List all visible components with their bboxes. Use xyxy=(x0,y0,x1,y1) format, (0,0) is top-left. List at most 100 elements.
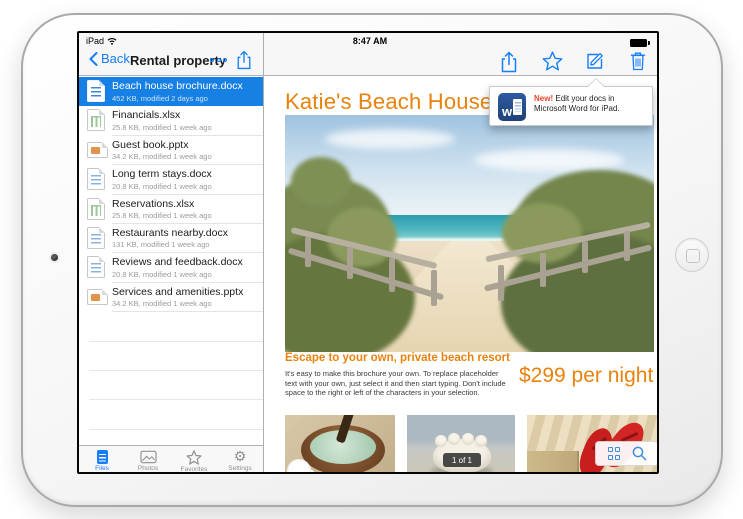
file-type-icon xyxy=(87,288,108,305)
share-icon xyxy=(501,51,517,73)
empty-list-row xyxy=(79,312,263,342)
file-meta: 25.8 KB, modified 1 week ago xyxy=(112,211,212,221)
front-camera xyxy=(51,254,58,261)
file-row[interactable]: Restaurants nearby.docx 131 KB, modified… xyxy=(79,223,263,254)
word-icon: w xyxy=(498,93,526,121)
tooltip-text: New! Edit your docs in Microsoft Word fo… xyxy=(534,94,647,114)
status-time: 8:47 AM xyxy=(352,36,388,46)
file-meta: 20.8 KB, modified 1 week ago xyxy=(112,181,212,191)
beach-photo xyxy=(285,115,654,352)
photo-fence-post xyxy=(582,241,588,273)
file-row[interactable]: Services and amenities.pptx 34.2 KB, mod… xyxy=(79,282,263,313)
view-tools xyxy=(595,441,657,466)
file-meta: 34.2 KB, modified 1 week ago xyxy=(112,152,212,162)
file-type-icon xyxy=(87,256,105,279)
tab-bar: Files Photos Favorites ⚙ Settings xyxy=(79,445,263,473)
more-button[interactable] xyxy=(210,58,227,62)
photo-fence-post xyxy=(540,253,546,287)
photo-fence-post xyxy=(305,237,311,267)
trash-icon xyxy=(630,52,646,71)
ipad-home-button[interactable] xyxy=(675,238,709,272)
file-meta: 25.8 KB, modified 1 week ago xyxy=(112,122,212,132)
doc-body-text: It's easy to make this brochure your own… xyxy=(285,369,506,398)
doc-price: $299 per night xyxy=(519,364,654,387)
share-icon xyxy=(237,50,251,70)
file-name: Reviews and feedback.docx xyxy=(112,256,243,269)
file-row[interactable]: Long term stays.docx 20.8 KB, modified 1… xyxy=(79,165,263,195)
photo-fence-post xyxy=(624,231,630,261)
favorite-button[interactable] xyxy=(542,51,563,71)
photo-fence-post xyxy=(498,265,504,301)
file-row[interactable]: Guest book.pptx 34.2 KB, modified 1 week… xyxy=(79,135,263,166)
search-button[interactable] xyxy=(632,446,647,461)
back-button[interactable]: Back xyxy=(89,51,130,66)
file-row[interactable]: Beach house brochure.docx 452 KB, modifi… xyxy=(79,77,263,107)
file-name: Guest book.pptx xyxy=(112,138,189,151)
thumbnail-sea-salt xyxy=(285,415,395,472)
photos-icon xyxy=(139,450,157,464)
file-meta: 131 KB, modified 1 week ago xyxy=(112,240,210,250)
word-tooltip[interactable]: w New! Edit your docs in Microsoft Word … xyxy=(489,78,653,126)
photo-fence-post xyxy=(347,247,353,279)
star-icon xyxy=(542,51,563,71)
file-name: Services and amenities.pptx xyxy=(112,285,244,298)
photo-cloud xyxy=(325,129,455,149)
file-type-icon xyxy=(87,168,105,191)
tab-settings[interactable]: ⚙ Settings xyxy=(217,446,263,472)
empty-list-row xyxy=(79,400,263,431)
tab-label: Settings xyxy=(228,465,252,472)
tab-label: Photos xyxy=(137,465,159,472)
word-logo-letter: w xyxy=(502,104,513,119)
share-button[interactable] xyxy=(500,51,518,73)
thumb-plank xyxy=(527,451,579,472)
file-row[interactable]: Reviews and feedback.docx 20.8 KB, modif… xyxy=(79,253,263,284)
file-name: Financials.xlsx xyxy=(112,109,181,122)
photo-fence-post xyxy=(431,270,437,306)
doc-heading: Escape to your own, private beach resort xyxy=(285,352,510,364)
sidebar-share-button[interactable] xyxy=(236,50,252,70)
doc-title: Katie's Beach House xyxy=(285,89,493,114)
file-name: Reservations.xlsx xyxy=(112,197,195,210)
file-row[interactable]: Financials.xlsx 25.8 KB, modified 1 week… xyxy=(79,106,263,137)
edit-icon xyxy=(587,52,603,69)
document-preview[interactable]: Katie's Beach House Escape to your own, … xyxy=(264,77,657,472)
screen: iPad 8:47 AM Back Rental property Beach … xyxy=(77,31,659,474)
file-row[interactable]: Reservations.xlsx 25.8 KB, modified 1 we… xyxy=(79,194,263,225)
tab-files[interactable]: Files xyxy=(79,446,125,472)
battery-icon xyxy=(630,39,650,47)
tab-favorites[interactable]: Favorites xyxy=(171,446,217,473)
grid-view-button[interactable] xyxy=(607,447,621,460)
delete-button[interactable] xyxy=(630,51,646,71)
file-meta: 34.2 KB, modified 1 week ago xyxy=(112,299,212,309)
file-type-icon xyxy=(87,80,105,102)
empty-list-row xyxy=(79,371,263,401)
photo-dune-grass xyxy=(327,207,397,267)
file-name: Long term stays.docx xyxy=(112,168,212,181)
file-name: Beach house brochure.docx xyxy=(112,80,243,92)
tab-label: Favorites xyxy=(180,465,208,473)
empty-list-row xyxy=(79,342,263,372)
star-icon xyxy=(186,449,202,465)
file-type-icon xyxy=(87,197,105,220)
file-type-icon xyxy=(87,141,108,158)
sidebar-divider xyxy=(263,33,264,472)
gear-icon: ⚙ xyxy=(233,449,247,465)
file-type-icon xyxy=(87,226,105,249)
edit-button[interactable] xyxy=(586,51,605,70)
photo-cloud xyxy=(474,149,624,171)
stage: iPad 8:47 AM Back Rental property Beach … xyxy=(0,0,743,519)
file-type-icon xyxy=(87,109,105,132)
word-page-glyph xyxy=(513,99,522,115)
photo-fence-post xyxy=(389,258,395,292)
files-icon xyxy=(96,450,108,464)
file-meta: 452 KB, modified 2 days ago xyxy=(112,93,208,103)
file-list: Beach house brochure.docx 452 KB, modifi… xyxy=(79,77,263,431)
file-name: Restaurants nearby.docx xyxy=(112,226,228,239)
photo-dune-grass xyxy=(291,157,351,207)
more-icon xyxy=(210,58,214,62)
page-indicator-badge: 1 of 1 xyxy=(443,453,481,467)
back-label: Back xyxy=(101,51,130,66)
back-chevron-icon xyxy=(89,51,98,66)
new-badge: New! xyxy=(534,94,554,103)
tab-photos[interactable]: Photos xyxy=(125,446,171,472)
